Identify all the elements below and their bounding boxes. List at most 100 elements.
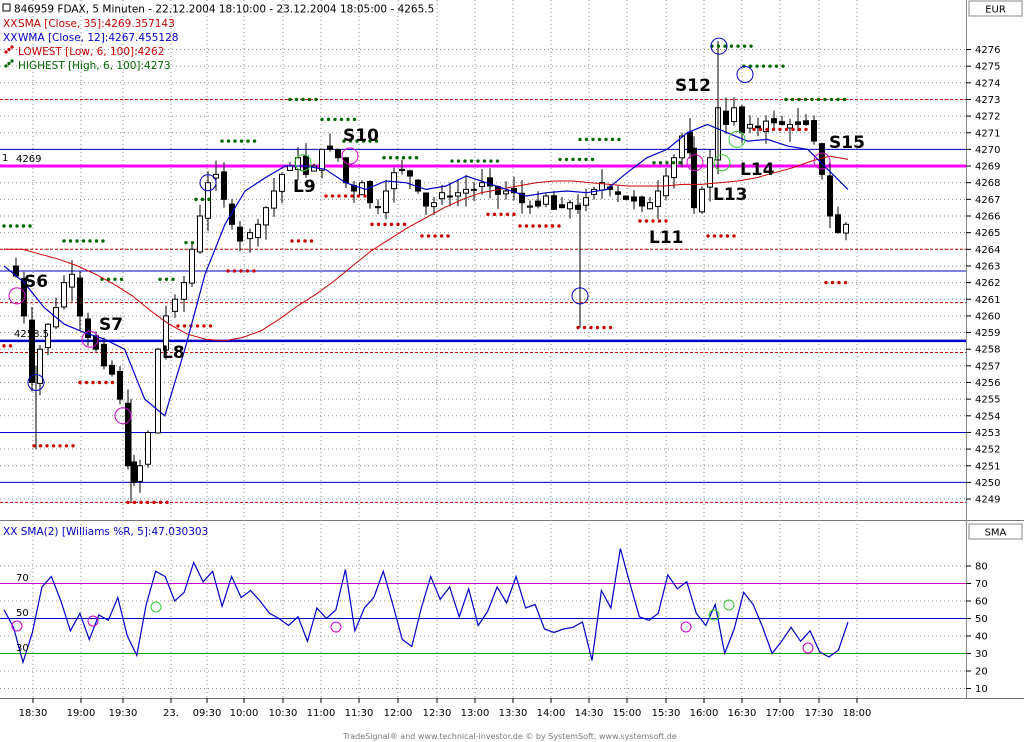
lowest-dot	[97, 380, 102, 385]
candle-down	[835, 214, 841, 234]
time-tick-label: 11:30	[345, 708, 374, 719]
price-tick-label: 4265	[975, 228, 1000, 239]
legend-item-sma: SMA [Close, 35]:4269.357143	[18, 18, 175, 30]
highest-dot	[591, 137, 595, 142]
candle-up	[439, 192, 445, 200]
time-tick-label: 15:30	[652, 708, 681, 719]
highest-dot	[21, 224, 26, 228]
lowest-dot	[638, 219, 642, 223]
price-tick-label: 4256	[975, 378, 1000, 389]
highest-dot	[81, 239, 86, 243]
candle-up	[145, 431, 151, 465]
candle-up	[527, 205, 533, 208]
highest-dot	[450, 159, 454, 163]
signal-label-s15: S15	[829, 133, 865, 153]
candle-down	[101, 343, 107, 367]
signal-label-l14: L14	[740, 160, 775, 180]
lowest-dot	[784, 127, 789, 132]
price-tick-label: 4262	[975, 278, 1000, 289]
highest-dot	[68, 239, 73, 243]
lowest-dot	[518, 224, 522, 228]
highest-dot	[784, 97, 788, 102]
lowest-dot	[602, 325, 606, 330]
signal-label-s12: S12	[675, 76, 711, 96]
price-tick-label: 4249	[975, 495, 1000, 506]
highest-dot	[28, 224, 32, 228]
highest-dot	[610, 137, 615, 142]
highest-dot	[75, 239, 79, 243]
lowest-dot	[664, 219, 668, 223]
lowest-dot	[139, 500, 143, 505]
highest-dot	[207, 197, 211, 202]
lowest-dot	[330, 194, 335, 198]
highest-dot	[352, 117, 357, 122]
candle-up	[255, 223, 261, 239]
highest-dot	[729, 44, 734, 48]
time-tick-label: 18:00	[843, 708, 872, 719]
magenta-level-index: 1	[2, 153, 8, 164]
indicator-tab-label: SMA	[985, 528, 1007, 539]
time-tick-label: 17:30	[805, 708, 834, 719]
lowest-dot	[651, 219, 655, 223]
highest-dot	[652, 161, 656, 165]
candle-up	[279, 173, 285, 192]
highest-dot	[781, 64, 785, 68]
indicator-title: XX SMA(2) [Williams %R, 5]:47.030303	[3, 526, 208, 538]
lowest-dot	[557, 224, 561, 228]
indicator-panel-frame	[0, 522, 1024, 698]
candle-down	[117, 370, 123, 400]
lowest-dot	[439, 234, 444, 238]
lowest-dot	[505, 212, 510, 217]
legend-marker-sma: XX	[3, 18, 17, 30]
highest-dot	[716, 44, 721, 48]
highest-dot	[755, 64, 759, 68]
candle-up	[181, 282, 187, 300]
lowest-dot	[544, 224, 548, 228]
indicator-level-label-30: 30	[16, 643, 29, 654]
highest-dot	[184, 240, 188, 245]
price-tick-label: 4273	[975, 95, 1000, 106]
lowest-dot	[582, 325, 587, 330]
price-tick-label: 4272	[975, 112, 1000, 123]
candle-down	[771, 118, 777, 124]
lowest-dot	[492, 212, 497, 217]
lowest-dot	[78, 380, 82, 385]
highest-dot	[414, 156, 419, 160]
time-tick-label: 13:00	[461, 708, 490, 719]
highest-dot	[200, 197, 205, 202]
candle-down	[755, 125, 761, 129]
highest-dot	[288, 97, 292, 102]
lowest-dot	[797, 127, 802, 132]
signal-label-s6: S6	[24, 272, 48, 292]
lowest-dot	[752, 127, 756, 132]
lowest-dot	[370, 222, 374, 227]
highest-dot	[239, 139, 244, 143]
time-tick-label: 16:30	[728, 708, 757, 719]
highest-dot	[382, 156, 386, 160]
indicator-tick-label: 30	[975, 649, 988, 660]
lowest-dot	[91, 380, 95, 385]
highest-dot	[314, 97, 318, 102]
candle-up	[189, 248, 195, 284]
highest-dot	[469, 159, 474, 163]
candle-down	[723, 110, 729, 125]
time-tick-label: 15:00	[613, 708, 642, 719]
highest-dot	[463, 159, 467, 163]
indicator-tick-label: 20	[975, 667, 988, 678]
highest-dot	[113, 277, 117, 281]
highest-dot	[2, 224, 6, 228]
lowest-dot	[226, 269, 230, 273]
candle-down	[559, 204, 565, 209]
candle-up	[647, 202, 653, 210]
highest-dot	[164, 277, 169, 281]
time-tick-label: 09:30	[193, 708, 222, 719]
highest-dot	[333, 117, 337, 122]
candle-down	[423, 192, 429, 207]
indicator-tick-label: 70	[975, 579, 988, 590]
candle-up	[271, 190, 277, 209]
signal-label-s10: S10	[343, 126, 379, 146]
lowest-dot	[252, 269, 256, 273]
candle-up	[655, 190, 661, 207]
lowest-dot	[2, 344, 6, 348]
signal-label-l11: L11	[649, 228, 684, 248]
